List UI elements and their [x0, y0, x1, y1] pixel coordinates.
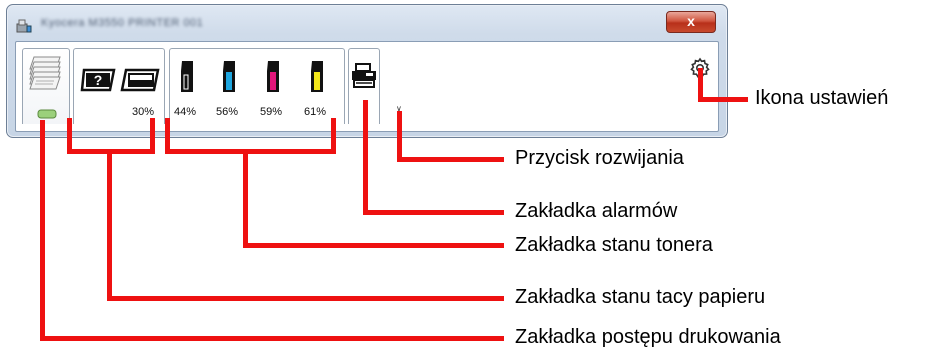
tab-toner-status[interactable]: 44% 56% 59% 61% — [169, 48, 345, 124]
toner-cyan-icon — [223, 61, 235, 92]
label-alarm-tab: Zakładka alarmów — [515, 200, 678, 222]
callout-line-toner — [243, 149, 248, 248]
tab-paper-tray[interactable]: ? 30% — [73, 48, 165, 124]
callout-line-expand-h — [397, 157, 504, 162]
page-stack-icon — [29, 56, 61, 90]
toner-cyan-percent: 56% — [216, 106, 239, 118]
callout-line-toner-h — [243, 243, 504, 248]
toner-yellow-percent: 61% — [304, 106, 327, 118]
callout-line-tray — [107, 149, 112, 301]
callout-bracket-toner-bottom — [165, 149, 336, 154]
paper-tray-percent: 30% — [132, 106, 155, 118]
callout-line-alarm — [363, 100, 368, 215]
label-print-progress-tab: Zakładka postępu drukowania — [515, 326, 781, 348]
toner-black-percent: 44% — [174, 106, 197, 118]
window-title: Kyocera M3550 PRINTER 001 — [41, 17, 204, 29]
callout-line-tray-h — [107, 296, 504, 301]
svg-text:?: ? — [94, 72, 103, 88]
label-paper-tray-tab: Zakładka stanu tacy papieru — [515, 286, 766, 308]
printer-app-icon — [16, 19, 32, 33]
label-expand-button: Przycisk rozwijania — [515, 147, 684, 169]
paper-tray-led-icon — [37, 109, 57, 119]
toner-black-icon — [181, 61, 193, 92]
toner-magenta-percent: 59% — [260, 106, 283, 118]
label-settings-icon: Ikona ustawień — [755, 87, 889, 109]
unknown-tray-icon: ? — [80, 68, 116, 92]
toner-yellow-icon — [311, 61, 323, 92]
label-toner-tab: Zakładka stanu tonera — [515, 234, 713, 256]
callout-line-settings-h — [698, 97, 748, 102]
callout-line-expand — [397, 111, 402, 162]
tab-print-progress[interactable] — [22, 48, 70, 124]
printer-icon — [352, 63, 376, 88]
callout-line-progress — [40, 120, 45, 340]
toner-magenta-icon — [267, 61, 279, 92]
close-button[interactable]: x — [666, 11, 716, 33]
paper-tray-icon — [120, 68, 160, 92]
callout-line-progress-h — [40, 336, 504, 341]
callout-line-alarm-h — [363, 210, 504, 215]
